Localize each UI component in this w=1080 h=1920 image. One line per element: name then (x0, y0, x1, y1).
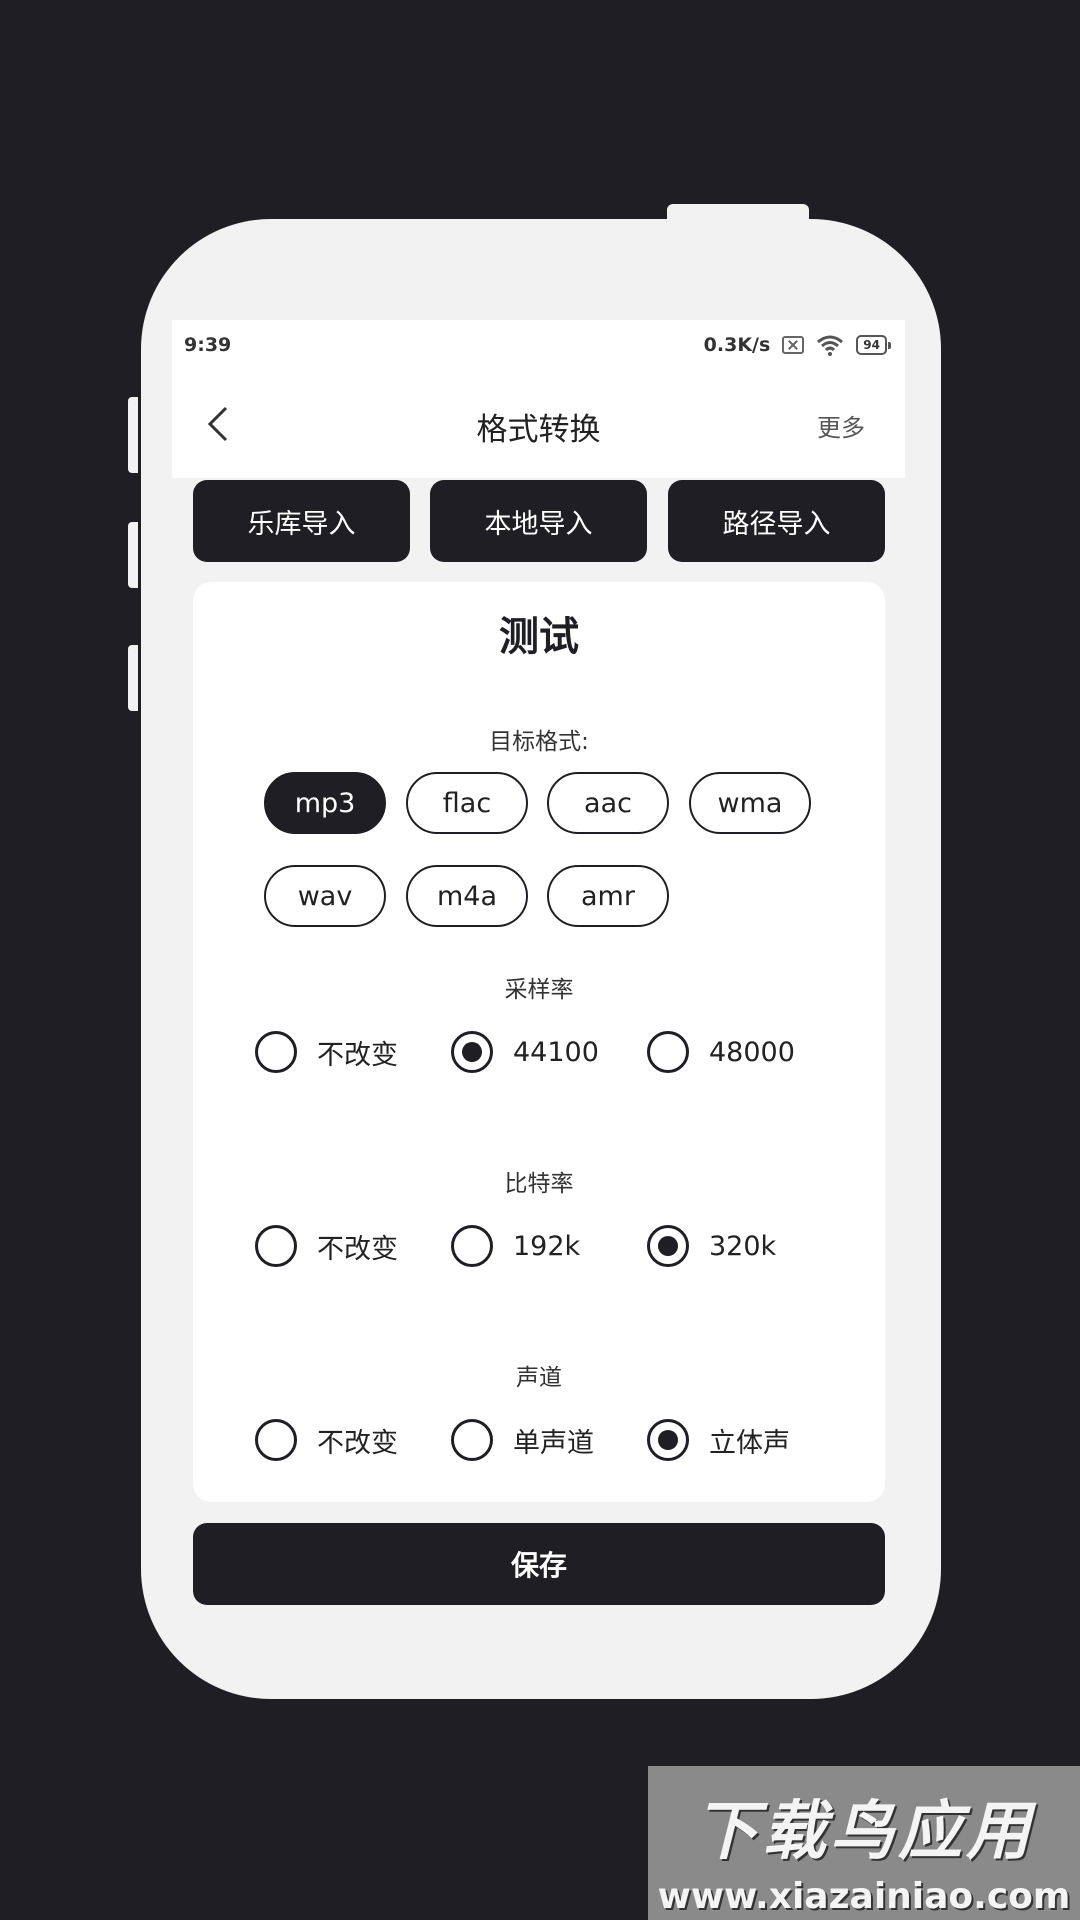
format-chip-flac[interactable]: flac (406, 772, 528, 834)
library-import-button[interactable]: 乐库导入 (193, 480, 410, 562)
watermark-main-text: 下载鸟应用 (694, 1795, 1034, 1869)
bitrate-option-unchanged[interactable]: 不改变 (255, 1224, 398, 1268)
volume-down-button-hardware (128, 522, 138, 588)
network-speed: 0.3K/s (703, 334, 771, 356)
target-format-label: 目标格式: (489, 729, 589, 755)
wifi-icon (817, 335, 844, 356)
channel-option-unchanged[interactable]: 不改变 (255, 1418, 398, 1462)
phone-screen: 9:39 0.3K/s 94 格式转换 更多 乐库导入 本地导入 路径导入 测试… (172, 320, 905, 1620)
battery-icon: 94 (856, 335, 891, 355)
format-chip-m4a[interactable]: m4a (406, 865, 528, 927)
radio-button-checked-icon[interactable] (647, 1225, 689, 1267)
conversion-settings-card: 测试 目标格式: mp3 flac aac wma wav m4a amr 采样… (193, 582, 885, 1502)
file-title: 测试 (499, 614, 579, 660)
format-chip-mp3[interactable]: mp3 (264, 772, 386, 834)
sample-rate-label: 采样率 (504, 977, 574, 1003)
radio-button-icon[interactable] (451, 1225, 493, 1267)
bitrate-label: 比特率 (504, 1171, 574, 1197)
radio-button-checked-icon[interactable] (451, 1031, 493, 1073)
top-button-hardware (667, 204, 809, 220)
radio-label: 48000 (709, 1036, 795, 1068)
no-sim-icon (782, 336, 805, 354)
more-button[interactable]: 更多 (817, 408, 865, 443)
radio-label: 不改变 (317, 1427, 398, 1459)
radio-label: 320k (709, 1230, 777, 1262)
power-button-hardware (128, 645, 138, 711)
path-import-button[interactable]: 路径导入 (668, 480, 885, 562)
format-chip-amr[interactable]: amr (547, 865, 669, 927)
radio-label: 立体声 (709, 1427, 790, 1459)
radio-button-checked-icon[interactable] (647, 1419, 689, 1461)
radio-button-icon[interactable] (255, 1419, 297, 1461)
local-import-button[interactable]: 本地导入 (430, 480, 647, 562)
channel-label: 声道 (516, 1365, 562, 1391)
volume-up-button-hardware (128, 397, 138, 473)
bitrate-option-320k[interactable]: 320k (647, 1224, 776, 1268)
radio-button-icon[interactable] (647, 1031, 689, 1073)
radio-button-icon[interactable] (255, 1031, 297, 1073)
sample-rate-option-unchanged[interactable]: 不改变 (255, 1030, 398, 1074)
import-button-row: 乐库导入 本地导入 路径导入 (193, 480, 885, 562)
channel-option-mono[interactable]: 单声道 (451, 1418, 594, 1462)
status-time: 9:39 (184, 334, 232, 356)
format-chip-aac[interactable]: aac (547, 772, 669, 834)
radio-button-icon[interactable] (255, 1225, 297, 1267)
radio-label: 单声道 (513, 1427, 594, 1459)
radio-label: 44100 (513, 1036, 599, 1068)
bitrate-option-192k[interactable]: 192k (451, 1224, 580, 1268)
save-button[interactable]: 保存 (193, 1523, 885, 1605)
watermark-url-text: www.xiazainiao.com (657, 1876, 1071, 1917)
sample-rate-option-48000[interactable]: 48000 (647, 1030, 795, 1074)
radio-label: 不改变 (317, 1233, 398, 1265)
watermark-logo: 下载鸟应用 www.xiazainiao.com (648, 1766, 1080, 1920)
radio-label: 192k (513, 1230, 581, 1262)
radio-label: 不改变 (317, 1039, 398, 1071)
sample-rate-option-44100[interactable]: 44100 (451, 1030, 599, 1074)
format-chip-wav[interactable]: wav (264, 865, 386, 927)
page-title: 格式转换 (476, 412, 601, 448)
title-bar: 格式转换 更多 (172, 370, 905, 478)
channel-option-stereo[interactable]: 立体声 (647, 1418, 790, 1462)
format-chip-wma[interactable]: wma (689, 772, 811, 834)
status-bar: 9:39 0.3K/s 94 (172, 320, 905, 370)
radio-button-icon[interactable] (451, 1419, 493, 1461)
